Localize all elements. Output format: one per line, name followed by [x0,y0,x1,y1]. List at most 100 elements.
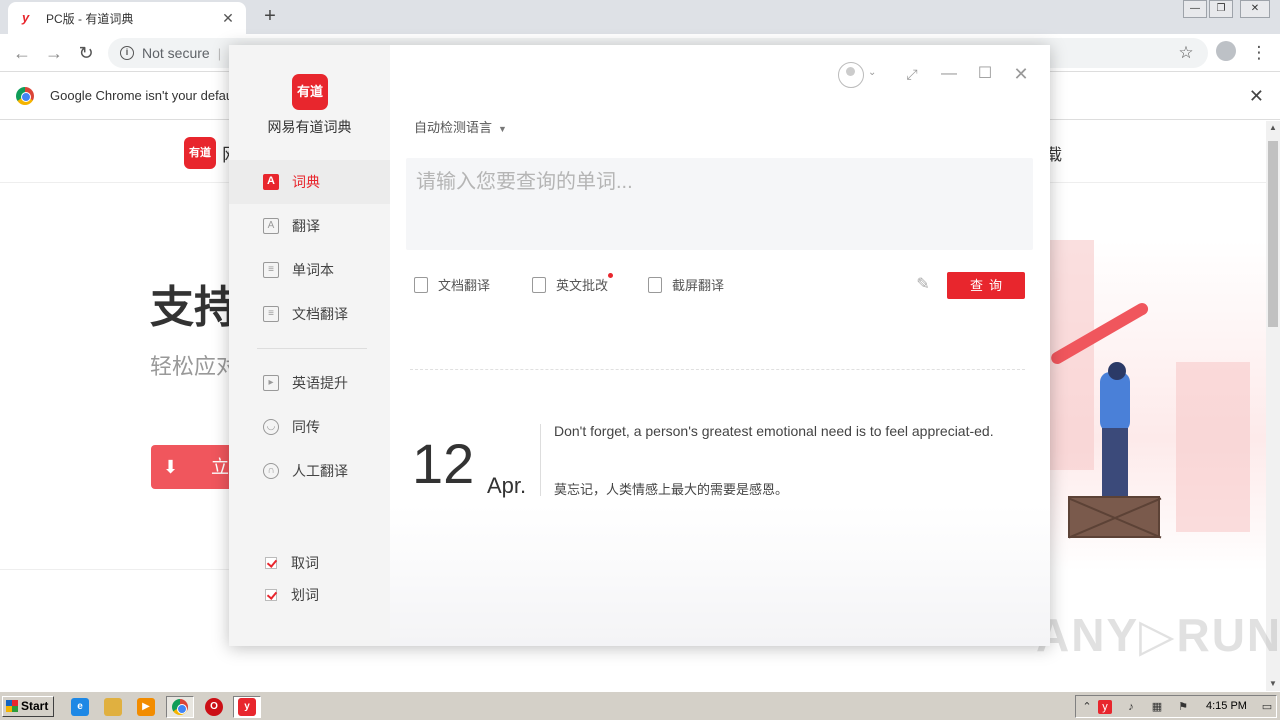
checklist-icon [532,276,546,293]
scroll-down-icon[interactable]: ▼ [1266,677,1280,691]
forward-arrow-icon[interactable]: → [42,41,66,65]
page-scrollbar[interactable]: ▲ ▼ [1266,121,1280,691]
sidebar-item-document-translate[interactable]: ≡ 文档翻译 [229,292,390,336]
download-icon: ⬇ [163,457,179,477]
sidebar-item-label: 单词本 [292,262,334,278]
chrome-logo-icon [16,86,34,105]
hero-subtitle: 轻松应对 [150,354,239,379]
language-select[interactable]: 自动检测语言 ▼ [414,117,507,136]
ie-icon[interactable]: e [71,698,89,716]
youdao-tray-icon[interactable]: y [1098,700,1112,714]
tab-close-icon[interactable]: ✕ [220,10,236,27]
capture-word-toggle[interactable]: 取词 [265,553,319,573]
simultaneous-icon: ◡ [263,419,279,435]
youdao-task-button[interactable]: y [233,696,261,718]
scroll-thumb[interactable] [1268,141,1278,327]
profile-avatar-icon[interactable] [1216,41,1236,61]
menu-dots-icon[interactable]: ⋮ [1247,41,1271,65]
chrome-task-button[interactable] [166,696,194,718]
capture-word-label: 取词 [291,555,319,571]
scroll-up-icon[interactable]: ▲ [1266,121,1280,135]
clock[interactable]: 4:15 PM [1206,700,1247,712]
tray-expand-icon[interactable]: ⌃ [1080,700,1094,714]
chrome-icon [172,699,188,715]
wordbook-icon: ≡ [263,262,279,278]
new-badge-dot [608,273,614,278]
select-word-label: 划词 [291,587,319,603]
search-box[interactable] [406,158,1033,250]
windows-logo-icon [6,700,18,712]
sidebar-item-dictionary[interactable]: A 词典 [229,160,390,204]
volume-icon[interactable]: ♪ [1124,700,1138,714]
youdao-app-window: 有道 网易有道词典 A 词典 A 翻译 ≡ 单词本 ≡ 文档翻译 ▸ 英语提升 … [229,45,1050,646]
sidebar-item-english-improve[interactable]: ▸ 英语提升 [229,361,390,405]
system-tray: ⌃ y ♪ ▦ ⚑ 4:15 PM ▭ [1075,695,1277,718]
user-avatar-icon[interactable] [838,62,864,88]
daily-month: Apr. [487,473,527,498]
app-name: 网易有道词典 [267,119,352,135]
opera-icon[interactable]: O [205,698,223,716]
document-icon: ≡ [263,306,279,322]
app-main: ⌄ ⤢ — ☐ ✕ 自动检测语言 ▼ 文档翻译 英文批改 截屏翻译 ✎ 查询 12… [390,45,1050,646]
minimize-window-button[interactable]: — [1183,0,1207,18]
select-word-toggle[interactable]: 划词 [265,585,319,605]
media-player-icon[interactable]: ▶ [137,698,155,716]
bookmark-star-icon[interactable]: ☆ [1174,41,1198,65]
restore-window-button[interactable]: ❐ [1209,0,1233,18]
sidebar-item-label: 人工翻译 [292,463,348,479]
tool-english-correction[interactable]: 英文批改 [532,273,614,294]
site-logo[interactable]: 有道 [184,137,216,169]
browser-tab[interactable]: y PC版 - 有道词典 ✕ [8,2,246,34]
youdao-favicon-icon: y [22,10,30,25]
compact-mode-icon[interactable]: ⤢ [902,65,922,85]
translate-icon: A [263,218,279,234]
language-select-value: 自动检测语言 [414,120,493,135]
illustration-building [1176,362,1250,532]
tool-label: 截屏翻译 [672,278,725,293]
search-input[interactable] [416,171,1023,194]
decorative-wave [390,505,1050,646]
show-desktop-icon[interactable]: ▭ [1260,700,1274,714]
tool-screenshot-translate[interactable]: 截屏翻译 [648,275,724,294]
sidebar-item-translate[interactable]: A 翻译 [229,204,390,248]
reload-icon[interactable]: ↻ [74,41,98,65]
close-window-button[interactable]: ✕ [1240,0,1270,18]
sidebar-item-human-translate[interactable]: ∩ 人工翻译 [229,449,390,493]
minimize-icon[interactable]: — [939,65,959,85]
download-button-label: 立 [211,457,229,477]
tool-label: 英文批改 [556,273,614,294]
daily-quote-chinese: 莫忘记，人类情感上最大的需要是感恩。 [554,482,789,497]
handwriting-icon[interactable]: ✎ [914,276,932,294]
info-icon[interactable]: i [120,46,134,60]
browser-tabstrip: y PC版 - 有道词典 ✕ + — ❐ ✕ [0,0,1280,34]
sidebar-item-label: 词典 [292,174,320,190]
caret-down-icon: ▼ [498,123,507,134]
back-arrow-icon[interactable]: ← [10,41,34,65]
sidebar-item-wordbook[interactable]: ≡ 单词本 [229,248,390,292]
windows-taskbar: Start e ▶ O y ⌃ y ♪ ▦ ⚑ 4:15 PM ▭ [0,691,1280,720]
sidebar-item-label: 同传 [292,419,320,435]
start-button[interactable]: Start [2,696,54,717]
new-tab-button[interactable]: + [258,5,282,29]
chevron-down-icon[interactable]: ⌄ [868,67,876,78]
sidebar-divider [257,348,367,349]
youdao-icon: y [238,698,256,716]
close-icon[interactable]: ✕ [1011,65,1031,85]
daily-quote-english[interactable]: Don't forget, a person's greatest emotio… [554,421,1026,442]
sidebar-item-simultaneous[interactable]: ◡ 同传 [229,405,390,449]
infobar-close-icon[interactable]: ✕ [1249,86,1264,107]
flag-icon[interactable]: ⚑ [1176,700,1190,714]
maximize-icon[interactable]: ☐ [975,65,995,85]
tab-title: PC版 - 有道词典 [46,11,134,26]
infobar-message: Google Chrome isn't your default [50,88,240,103]
tool-document-translate[interactable]: 文档翻译 [414,275,490,294]
capture-word-checkbox[interactable] [265,557,277,569]
address-separator: | [217,45,222,61]
select-word-checkbox[interactable] [265,589,277,601]
video-play-icon: ▸ [263,375,279,391]
hero-title: 支持 [150,283,238,332]
query-button[interactable]: 查询 [947,272,1025,299]
folder-icon[interactable] [104,698,122,716]
app-sidebar: 有道 网易有道词典 A 词典 A 翻译 ≡ 单词本 ≡ 文档翻译 ▸ 英语提升 … [229,45,390,646]
network-icon[interactable]: ▦ [1150,700,1164,714]
